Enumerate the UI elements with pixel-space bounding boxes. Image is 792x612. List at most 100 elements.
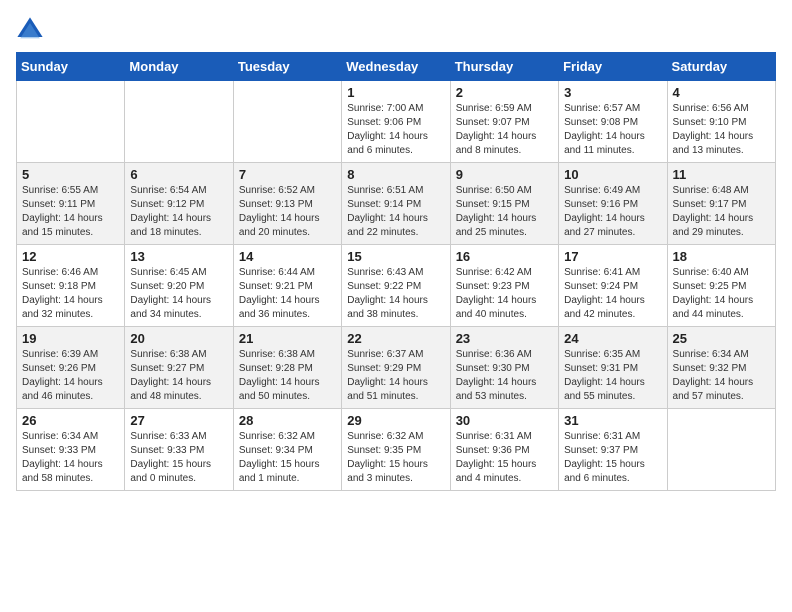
day-info: Sunrise: 6:56 AM Sunset: 9:10 PM Dayligh… <box>673 102 770 158</box>
day-of-week-header: Saturday <box>667 53 775 81</box>
calendar-cell: 16 Sunrise: 6:42 AM Sunset: 9:23 PM Dayli… <box>450 245 558 327</box>
day-number: 12 <box>22 249 119 264</box>
day-info: Sunrise: 6:38 AM Sunset: 9:28 PM Dayligh… <box>239 348 336 404</box>
day-number: 25 <box>673 331 770 346</box>
day-number: 30 <box>456 413 553 428</box>
calendar-cell: 3 Sunrise: 6:57 AM Sunset: 9:08 PM Daylig… <box>559 81 667 163</box>
day-info: Sunrise: 6:51 AM Sunset: 9:14 PM Dayligh… <box>347 184 444 240</box>
calendar-cell: 28 Sunrise: 6:32 AM Sunset: 9:34 PM Dayli… <box>233 409 341 491</box>
day-number: 20 <box>130 331 227 346</box>
day-info: Sunrise: 7:00 AM Sunset: 9:06 PM Dayligh… <box>347 102 444 158</box>
day-info: Sunrise: 6:40 AM Sunset: 9:25 PM Dayligh… <box>673 266 770 322</box>
day-number: 23 <box>456 331 553 346</box>
calendar-week-row: 1 Sunrise: 7:00 AM Sunset: 9:06 PM Daylig… <box>17 81 776 163</box>
calendar-cell: 1 Sunrise: 7:00 AM Sunset: 9:06 PM Daylig… <box>342 81 450 163</box>
day-number: 16 <box>456 249 553 264</box>
day-info: Sunrise: 6:49 AM Sunset: 9:16 PM Dayligh… <box>564 184 661 240</box>
day-info: Sunrise: 6:36 AM Sunset: 9:30 PM Dayligh… <box>456 348 553 404</box>
day-info: Sunrise: 6:34 AM Sunset: 9:32 PM Dayligh… <box>673 348 770 404</box>
calendar-cell: 19 Sunrise: 6:39 AM Sunset: 9:26 PM Dayli… <box>17 327 125 409</box>
calendar-cell: 14 Sunrise: 6:44 AM Sunset: 9:21 PM Dayli… <box>233 245 341 327</box>
calendar-cell: 20 Sunrise: 6:38 AM Sunset: 9:27 PM Dayli… <box>125 327 233 409</box>
day-number: 14 <box>239 249 336 264</box>
calendar-cell: 15Sunrise: 6:43 AM Sunset: 9:22 PM Dayli… <box>342 245 450 327</box>
calendar-week-row: 19 Sunrise: 6:39 AM Sunset: 9:26 PM Dayli… <box>17 327 776 409</box>
calendar-cell <box>667 409 775 491</box>
logo <box>16 16 48 44</box>
calendar-week-row: 12Sunrise: 6:46 AM Sunset: 9:18 PM Dayli… <box>17 245 776 327</box>
calendar-cell: 13Sunrise: 6:45 AM Sunset: 9:20 PM Dayli… <box>125 245 233 327</box>
day-number: 22 <box>347 331 444 346</box>
day-of-week-header: Wednesday <box>342 53 450 81</box>
logo-icon <box>16 16 44 44</box>
day-number: 29 <box>347 413 444 428</box>
day-number: 7 <box>239 167 336 182</box>
calendar-cell: 6 Sunrise: 6:54 AM Sunset: 9:12 PM Daylig… <box>125 163 233 245</box>
day-of-week-header: Monday <box>125 53 233 81</box>
day-info: Sunrise: 6:33 AM Sunset: 9:33 PM Dayligh… <box>130 430 227 486</box>
calendar-cell: 12Sunrise: 6:46 AM Sunset: 9:18 PM Dayli… <box>17 245 125 327</box>
day-info: Sunrise: 6:42 AM Sunset: 9:23 PM Dayligh… <box>456 266 553 322</box>
day-number: 8 <box>347 167 444 182</box>
day-number: 26 <box>22 413 119 428</box>
calendar-table: SundayMondayTuesdayWednesdayThursdayFrid… <box>16 52 776 491</box>
calendar-cell: 30Sunrise: 6:31 AM Sunset: 9:36 PM Dayli… <box>450 409 558 491</box>
day-info: Sunrise: 6:54 AM Sunset: 9:12 PM Dayligh… <box>130 184 227 240</box>
day-of-week-header: Tuesday <box>233 53 341 81</box>
page-header <box>16 16 776 44</box>
calendar-cell: 4 Sunrise: 6:56 AM Sunset: 9:10 PM Daylig… <box>667 81 775 163</box>
day-number: 15 <box>347 249 444 264</box>
calendar-cell <box>17 81 125 163</box>
day-info: Sunrise: 6:55 AM Sunset: 9:11 PM Dayligh… <box>22 184 119 240</box>
calendar-week-row: 5Sunrise: 6:55 AM Sunset: 9:11 PM Daylig… <box>17 163 776 245</box>
day-number: 9 <box>456 167 553 182</box>
calendar-cell: 10 Sunrise: 6:49 AM Sunset: 9:16 PM Dayli… <box>559 163 667 245</box>
calendar-cell: 8 Sunrise: 6:51 AM Sunset: 9:14 PM Daylig… <box>342 163 450 245</box>
day-info: Sunrise: 6:31 AM Sunset: 9:37 PM Dayligh… <box>564 430 661 486</box>
day-info: Sunrise: 6:57 AM Sunset: 9:08 PM Dayligh… <box>564 102 661 158</box>
calendar-cell <box>125 81 233 163</box>
day-number: 11 <box>673 167 770 182</box>
calendar-cell: 27Sunrise: 6:33 AM Sunset: 9:33 PM Dayli… <box>125 409 233 491</box>
day-number: 6 <box>130 167 227 182</box>
day-info: Sunrise: 6:34 AM Sunset: 9:33 PM Dayligh… <box>22 430 119 486</box>
day-info: Sunrise: 6:59 AM Sunset: 9:07 PM Dayligh… <box>456 102 553 158</box>
day-info: Sunrise: 6:38 AM Sunset: 9:27 PM Dayligh… <box>130 348 227 404</box>
day-info: Sunrise: 6:44 AM Sunset: 9:21 PM Dayligh… <box>239 266 336 322</box>
day-number: 28 <box>239 413 336 428</box>
day-of-week-header: Thursday <box>450 53 558 81</box>
calendar-cell: 29Sunrise: 6:32 AM Sunset: 9:35 PM Dayli… <box>342 409 450 491</box>
day-info: Sunrise: 6:41 AM Sunset: 9:24 PM Dayligh… <box>564 266 661 322</box>
calendar-cell: 24 Sunrise: 6:35 AM Sunset: 9:31 PM Dayli… <box>559 327 667 409</box>
day-info: Sunrise: 6:35 AM Sunset: 9:31 PM Dayligh… <box>564 348 661 404</box>
day-number: 24 <box>564 331 661 346</box>
calendar-week-row: 26 Sunrise: 6:34 AM Sunset: 9:33 PM Dayli… <box>17 409 776 491</box>
calendar-cell: 23 Sunrise: 6:36 AM Sunset: 9:30 PM Dayli… <box>450 327 558 409</box>
day-number: 1 <box>347 85 444 100</box>
day-info: Sunrise: 6:37 AM Sunset: 9:29 PM Dayligh… <box>347 348 444 404</box>
day-number: 3 <box>564 85 661 100</box>
calendar-header-row: SundayMondayTuesdayWednesdayThursdayFrid… <box>17 53 776 81</box>
day-info: Sunrise: 6:32 AM Sunset: 9:34 PM Dayligh… <box>239 430 336 486</box>
calendar-cell: 2Sunrise: 6:59 AM Sunset: 9:07 PM Daylig… <box>450 81 558 163</box>
day-number: 13 <box>130 249 227 264</box>
day-number: 31 <box>564 413 661 428</box>
calendar-cell: 31 Sunrise: 6:31 AM Sunset: 9:37 PM Dayli… <box>559 409 667 491</box>
day-number: 10 <box>564 167 661 182</box>
day-info: Sunrise: 6:39 AM Sunset: 9:26 PM Dayligh… <box>22 348 119 404</box>
calendar-cell: 9Sunrise: 6:50 AM Sunset: 9:15 PM Daylig… <box>450 163 558 245</box>
day-number: 21 <box>239 331 336 346</box>
calendar-cell: 22 Sunrise: 6:37 AM Sunset: 9:29 PM Dayli… <box>342 327 450 409</box>
day-info: Sunrise: 6:52 AM Sunset: 9:13 PM Dayligh… <box>239 184 336 240</box>
day-info: Sunrise: 6:48 AM Sunset: 9:17 PM Dayligh… <box>673 184 770 240</box>
day-number: 4 <box>673 85 770 100</box>
day-number: 19 <box>22 331 119 346</box>
calendar-cell: 7 Sunrise: 6:52 AM Sunset: 9:13 PM Daylig… <box>233 163 341 245</box>
day-number: 17 <box>564 249 661 264</box>
calendar-cell: 11 Sunrise: 6:48 AM Sunset: 9:17 PM Dayli… <box>667 163 775 245</box>
day-of-week-header: Sunday <box>17 53 125 81</box>
calendar-cell: 18Sunrise: 6:40 AM Sunset: 9:25 PM Dayli… <box>667 245 775 327</box>
calendar-cell <box>233 81 341 163</box>
calendar-cell: 5Sunrise: 6:55 AM Sunset: 9:11 PM Daylig… <box>17 163 125 245</box>
calendar-cell: 17 Sunrise: 6:41 AM Sunset: 9:24 PM Dayli… <box>559 245 667 327</box>
